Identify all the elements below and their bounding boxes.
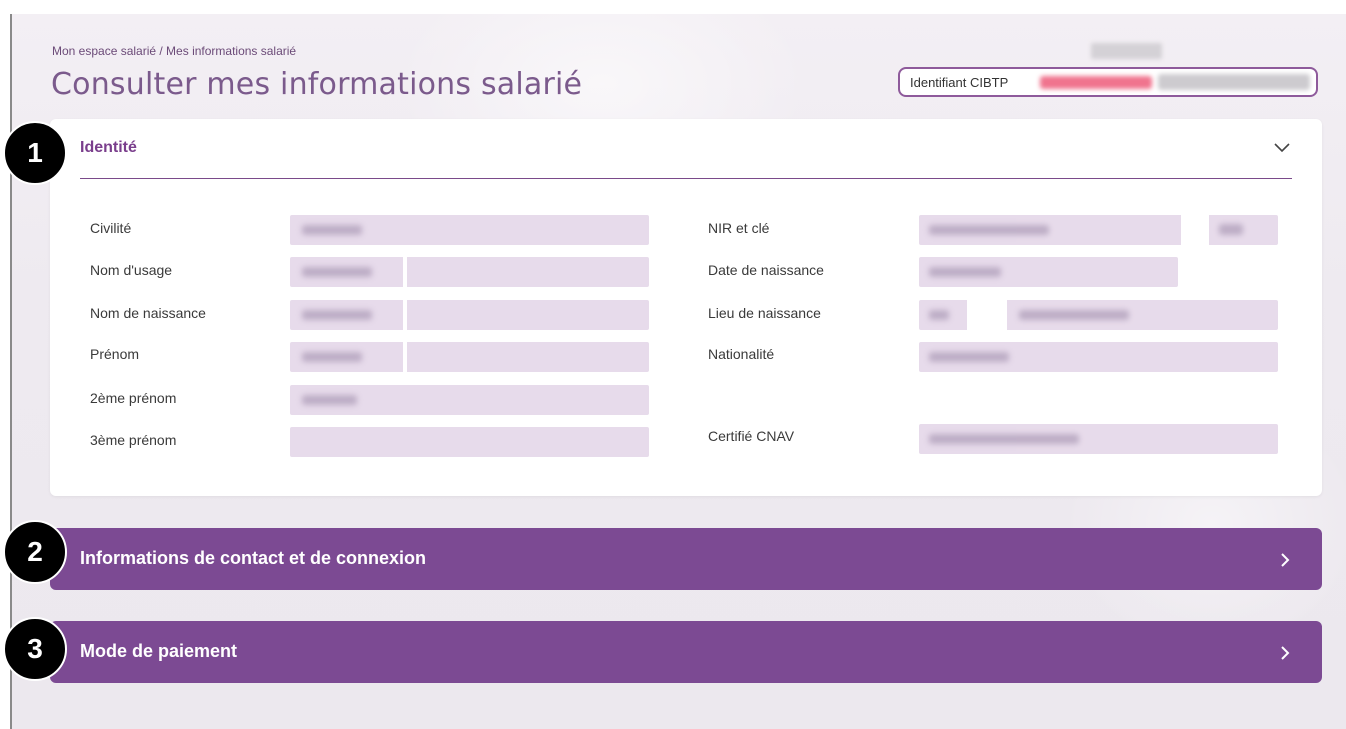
field-certifie-cnav: [919, 424, 1278, 454]
section-contact-connexion-label: Informations de contact et de connexion: [80, 548, 427, 568]
field-2eme-prenom: [290, 385, 649, 415]
label-prenom: Prénom: [90, 346, 140, 362]
identifier-cibtp-box: Identifiant CIBTP: [898, 67, 1318, 97]
section-mode-paiement-label: Mode de paiement: [80, 641, 238, 661]
label-3eme-prenom: 3ème prénom: [90, 432, 177, 448]
redacted-user-name: [1091, 43, 1162, 59]
label-lieu-naissance: Lieu de naissance: [708, 305, 821, 321]
page-title: Consulter mes informations salarié: [51, 67, 583, 102]
field-nationalite: [919, 342, 1278, 372]
field-nom-naissance: [290, 300, 649, 330]
chevron-down-icon[interactable]: [1272, 139, 1292, 155]
label-nir-cle: NIR et clé: [708, 220, 770, 236]
identity-panel: Identité Civilité Nom d'usage Nom de nai…: [50, 119, 1322, 496]
field-nir-cle: [919, 215, 1278, 245]
identifier-cibtp-label: Identifiant CIBTP: [910, 74, 1009, 90]
label-2eme-prenom: 2ème prénom: [90, 390, 177, 406]
label-civilite: Civilité: [90, 220, 132, 236]
field-date-naissance: [919, 257, 1178, 287]
label-certifie-cnav: Certifié CNAV: [708, 428, 795, 444]
step-badge-2: 2: [3, 520, 67, 584]
chevron-right-icon: [1281, 646, 1290, 660]
field-3eme-prenom: [290, 427, 649, 457]
field-nom-usage: [290, 257, 649, 287]
redacted-identifier: [1040, 76, 1152, 89]
label-date-naissance: Date de naissance: [708, 262, 824, 278]
label-nationalite: Nationalité: [708, 346, 775, 362]
identity-divider: [80, 178, 1292, 179]
label-nom-naissance: Nom de naissance: [90, 305, 206, 321]
field-civilite: [290, 215, 649, 245]
field-prenom: [290, 342, 649, 372]
breadcrumb[interactable]: Mon espace salarié / Mes informations sa…: [52, 44, 296, 58]
field-lieu-naissance: [919, 300, 1278, 330]
step-badge-1: 1: [3, 121, 67, 185]
step-badge-3: 3: [3, 617, 67, 681]
field-gap: [1270, 245, 1280, 300]
section-contact-connexion[interactable]: Informations de contact et de connexion: [50, 528, 1322, 590]
section-mode-paiement[interactable]: Mode de paiement: [50, 621, 1322, 683]
label-nom-usage: Nom d'usage: [90, 262, 173, 278]
identity-panel-title[interactable]: Identité: [80, 139, 137, 157]
redacted-identifier-extra: [1158, 74, 1310, 90]
chevron-right-icon: [1281, 553, 1290, 567]
